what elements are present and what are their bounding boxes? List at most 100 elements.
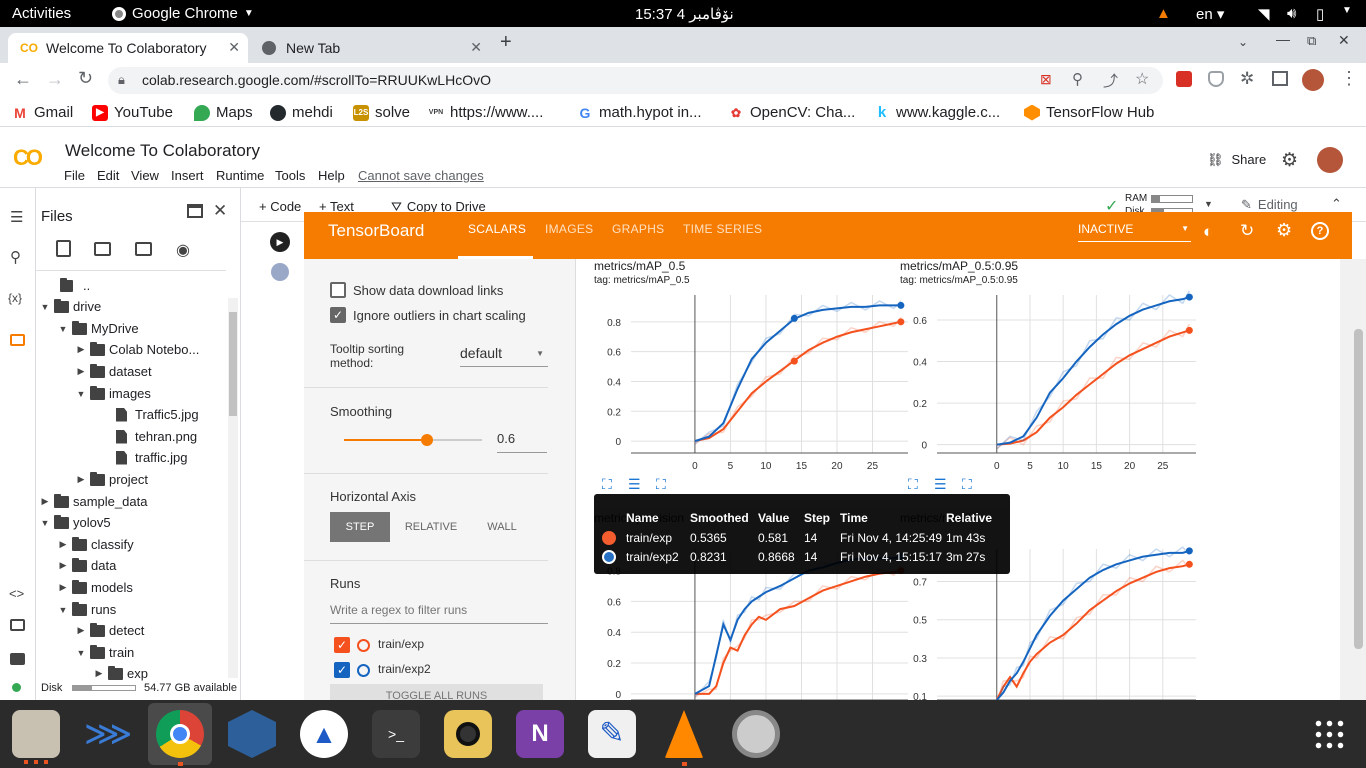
charts-scrollbar[interactable] bbox=[1340, 259, 1352, 700]
app-menu[interactable]: Google Chrome ▼ bbox=[112, 5, 254, 22]
ram-usage-bar[interactable] bbox=[1151, 195, 1193, 203]
files-scrollbar[interactable] bbox=[228, 298, 238, 678]
menu-runtime[interactable]: Runtime bbox=[216, 168, 264, 183]
reload-button[interactable]: ↻ bbox=[78, 68, 93, 89]
close-window-button[interactable]: ✕ bbox=[1338, 32, 1350, 49]
menu-insert[interactable]: Insert bbox=[171, 168, 204, 183]
tree-item-runs[interactable]: ▼ runs bbox=[58, 601, 116, 617]
run-cell-button[interactable]: ▶ bbox=[270, 232, 290, 252]
open-in-tab-icon[interactable] bbox=[187, 204, 203, 218]
bookmark-opencv[interactable]: ✿ OpenCV: Cha... bbox=[728, 104, 855, 121]
haxis-wall-button[interactable]: WALL bbox=[472, 512, 532, 542]
tb-settings-icon[interactable]: ⚙ bbox=[1276, 220, 1292, 241]
run-exp-checkbox[interactable]: ✓ bbox=[334, 637, 350, 653]
mount-drive-icon[interactable] bbox=[135, 242, 152, 256]
vscode-app-icon[interactable]: ⋙ bbox=[84, 710, 132, 758]
scrollbar-thumb[interactable] bbox=[229, 312, 237, 416]
anaconda-app-icon[interactable]: ▲ bbox=[300, 710, 348, 758]
language-indicator[interactable]: en ▾ bbox=[1196, 5, 1224, 23]
zoom-icon[interactable]: ⚲ bbox=[1072, 70, 1083, 88]
wifi-icon[interactable]: ◥ bbox=[1258, 5, 1270, 23]
tree-item-traffic5[interactable]: Traffic5.jpg bbox=[116, 407, 199, 422]
tree-item-data[interactable]: ▶ data bbox=[58, 557, 116, 573]
tb-tab-scalars[interactable]: SCALARS bbox=[468, 222, 526, 236]
smoothing-slider[interactable] bbox=[344, 434, 482, 446]
tab-colab[interactable]: CO Welcome To Colaboratory ✕ bbox=[8, 33, 248, 63]
virtualbox-app-icon[interactable] bbox=[228, 710, 276, 758]
blocked-popup-icon[interactable]: ⊠ bbox=[1040, 71, 1052, 88]
side-panel-icon[interactable] bbox=[1272, 71, 1288, 86]
vlc-app-icon[interactable] bbox=[664, 710, 704, 758]
tb-plugin-select[interactable]: INACTIVE ▼ bbox=[1078, 222, 1191, 242]
close-tab-icon[interactable]: ✕ bbox=[470, 39, 482, 56]
bookmark-star-icon[interactable]: ☆ bbox=[1135, 69, 1149, 89]
tree-item-classify[interactable]: ▶ classify bbox=[58, 536, 134, 552]
upload-icon[interactable] bbox=[56, 240, 71, 257]
tree-item-yolov5[interactable]: ▼ yolov5 bbox=[40, 514, 111, 530]
smoothing-input[interactable]: 0.6 bbox=[497, 431, 547, 453]
profile-avatar[interactable] bbox=[1302, 69, 1324, 91]
tooltip-sort-select[interactable]: default ▼ bbox=[460, 345, 548, 367]
collapse-header-icon[interactable]: ⌃ bbox=[1331, 196, 1342, 212]
bookmark-maps[interactable]: Maps bbox=[194, 104, 253, 121]
activities-button[interactable]: Activities bbox=[12, 5, 71, 22]
bookmark-www[interactable]: VPN https://www.... bbox=[428, 104, 543, 121]
chrome-menu-icon[interactable]: ⋮ bbox=[1340, 68, 1358, 89]
back-button[interactable]: ← bbox=[14, 69, 32, 90]
tree-item-detect[interactable]: ▶ detect bbox=[76, 622, 144, 638]
bookmark-gmail[interactable]: M Gmail bbox=[12, 104, 73, 121]
variables-icon[interactable]: {x} bbox=[8, 291, 22, 305]
extension-megaphone-icon[interactable] bbox=[1176, 71, 1192, 87]
tb-tab-graphs[interactable]: GRAPHS bbox=[612, 222, 664, 236]
toggle-all-runs-button[interactable]: TOGGLE ALL RUNS bbox=[330, 684, 543, 700]
bookmark-mehdi[interactable]: mehdi bbox=[270, 104, 333, 121]
system-menu-icon[interactable]: ▼ bbox=[1342, 5, 1352, 16]
bookmark-kaggle[interactable]: k www.kaggle.c... bbox=[874, 104, 1000, 121]
maximize-button[interactable]: ⧉ bbox=[1307, 33, 1316, 49]
tab-search-icon[interactable]: ⌄ bbox=[1238, 35, 1248, 49]
tree-item-mydrive[interactable]: ▼ MyDrive bbox=[58, 320, 139, 336]
bookmark-youtube[interactable]: ▶ YouTube bbox=[92, 104, 173, 121]
close-panel-icon[interactable]: ✕ bbox=[213, 201, 227, 221]
new-tab-button[interactable]: + bbox=[500, 31, 512, 54]
refresh-folder-icon[interactable] bbox=[94, 242, 111, 256]
tree-item-parent[interactable]: .. bbox=[60, 277, 90, 293]
smoothing-slider-thumb[interactable] bbox=[420, 434, 433, 446]
chrome-app-icon[interactable] bbox=[156, 710, 204, 758]
settings-app-icon[interactable] bbox=[732, 710, 780, 758]
clock[interactable]: 15:37 4 نۆڤامبر bbox=[635, 5, 734, 23]
share-page-icon[interactable]: ⤴ bbox=[1103, 70, 1118, 91]
tree-item-tehran[interactable]: tehran.png bbox=[116, 429, 197, 444]
resources-dropdown-icon[interactable]: ▼ bbox=[1204, 199, 1213, 209]
menu-help[interactable]: Help bbox=[318, 168, 345, 183]
page-scrollbar[interactable] bbox=[1352, 259, 1366, 700]
tree-item-exp[interactable]: ▶ exp bbox=[94, 665, 148, 681]
battery-icon[interactable]: ▯ bbox=[1316, 5, 1324, 23]
hide-files-icon[interactable]: ◉ bbox=[176, 240, 190, 260]
tree-item-dataset[interactable]: ▶ dataset bbox=[76, 363, 152, 379]
code-snippets-icon[interactable]: <> bbox=[9, 586, 24, 601]
haxis-step-button[interactable]: STEP bbox=[330, 512, 390, 542]
tree-item-train[interactable]: ▼ train bbox=[76, 644, 134, 660]
ignore-outliers-checkbox[interactable]: ✓ bbox=[330, 307, 346, 323]
tree-item-traffic[interactable]: traffic.jpg bbox=[116, 450, 188, 465]
runs-filter-input[interactable]: Write a regex to filter runs bbox=[330, 603, 548, 624]
tree-item-colab-notebooks[interactable]: ▶ Colab Notebo... bbox=[76, 341, 199, 357]
command-palette-icon[interactable] bbox=[10, 619, 25, 631]
show-apps-grid-icon[interactable] bbox=[1313, 718, 1345, 750]
tb-tab-images[interactable]: IMAGES bbox=[545, 222, 593, 236]
terminal-app-icon[interactable]: >_ bbox=[372, 710, 420, 758]
share-button[interactable]: ⛓ Share bbox=[1207, 152, 1266, 168]
haxis-relative-button[interactable]: RELATIVE bbox=[396, 512, 466, 542]
volume-icon[interactable]: 🔊︎ bbox=[1287, 5, 1296, 22]
bookmark-tensorflow-hub[interactable]: TensorFlow Hub bbox=[1024, 104, 1154, 121]
tab-new-tab[interactable]: New Tab ✕ bbox=[250, 33, 490, 63]
vlc-tray-icon[interactable]: ▲ bbox=[1156, 5, 1171, 22]
files-folder-icon[interactable] bbox=[10, 334, 25, 346]
menu-tools[interactable]: Tools bbox=[275, 168, 305, 183]
extension-shield-icon[interactable] bbox=[1208, 71, 1224, 87]
forward-button[interactable]: → bbox=[46, 69, 64, 90]
settings-gear-icon[interactable]: ⚙ bbox=[1281, 149, 1298, 172]
menu-file[interactable]: File bbox=[64, 168, 85, 183]
menu-view[interactable]: View bbox=[131, 168, 159, 183]
